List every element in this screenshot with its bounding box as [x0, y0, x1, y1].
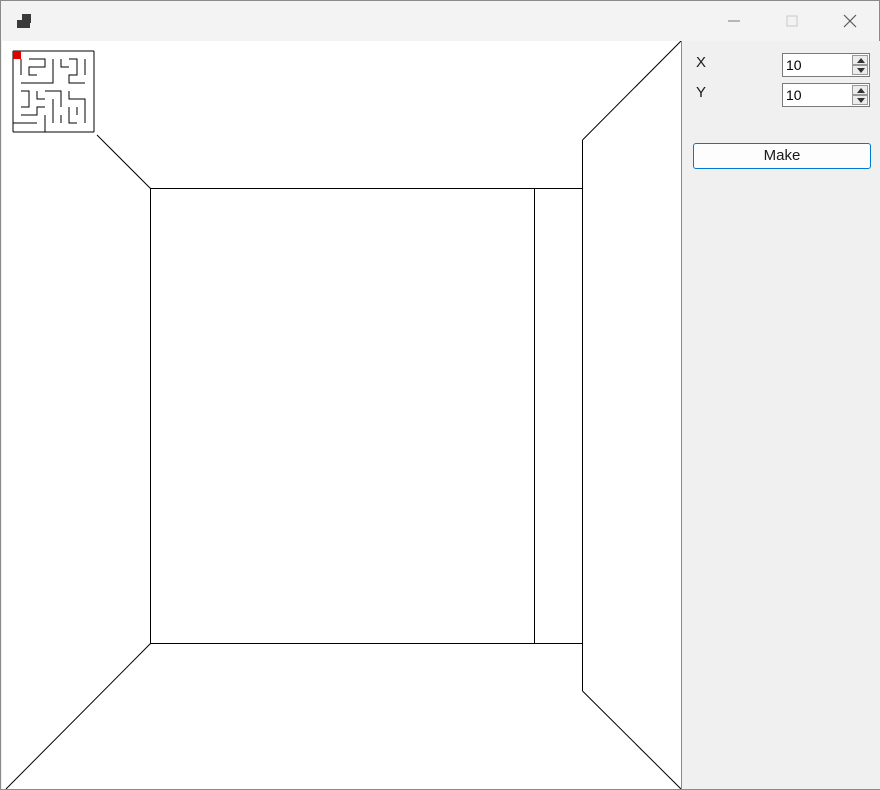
x-stepper[interactable]: 10 — [782, 53, 870, 77]
x-value[interactable]: 10 — [786, 57, 802, 73]
close-icon — [843, 14, 857, 28]
front-wall — [150, 188, 535, 644]
left-top-diagonal — [96, 134, 151, 189]
right-bottom-diagonal — [582, 690, 681, 789]
chevron-down-icon — [857, 98, 865, 103]
left-bottom-diagonal — [5, 643, 151, 789]
app-icon — [17, 14, 31, 28]
maze-3d-view[interactable] — [2, 41, 681, 789]
minimize-icon — [728, 20, 740, 22]
x-decrement-button[interactable] — [852, 65, 868, 75]
chevron-up-icon — [857, 88, 865, 93]
x-stepper-arrows — [852, 55, 868, 75]
maximize-button[interactable] — [763, 1, 821, 41]
maze-3d-render — [5, 41, 681, 789]
y-decrement-button[interactable] — [852, 95, 868, 105]
close-button[interactable] — [821, 1, 879, 41]
chevron-up-icon — [857, 58, 865, 63]
x-increment-button[interactable] — [852, 55, 868, 65]
title-bar[interactable] — [1, 1, 879, 41]
y-increment-button[interactable] — [852, 85, 868, 95]
control-panel: X 10 Y 10 Make — [681, 41, 880, 789]
y-stepper-arrows — [852, 85, 868, 105]
y-value[interactable]: 10 — [786, 87, 802, 103]
minimize-button[interactable] — [705, 1, 763, 41]
minimap — [12, 50, 95, 133]
chevron-down-icon — [857, 68, 865, 73]
y-label: Y — [696, 84, 707, 101]
app-window: X 10 Y 10 Make — [0, 0, 880, 790]
make-button[interactable]: Make — [693, 143, 871, 169]
y-stepper[interactable]: 10 — [782, 83, 870, 107]
maximize-icon — [786, 15, 798, 27]
right-top-diagonal — [582, 41, 681, 141]
x-label: X — [696, 54, 707, 71]
player-marker — [13, 51, 21, 59]
